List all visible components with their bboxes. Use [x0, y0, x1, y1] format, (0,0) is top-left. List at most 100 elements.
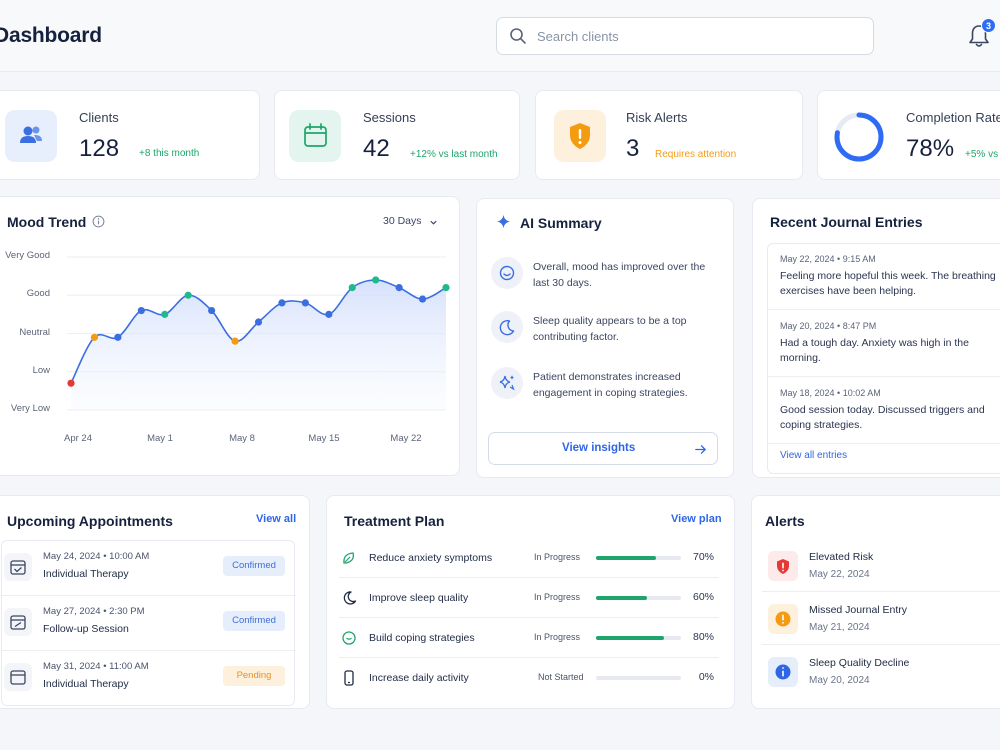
- stat-label: Sessions: [363, 110, 416, 125]
- mood-data-point[interactable]: [418, 295, 427, 303]
- stat-card-sessions[interactable]: Sessions 42 +12% vs last month: [274, 90, 520, 180]
- stat-delta: +5% vs: [965, 149, 999, 160]
- progress-fill: [596, 636, 664, 640]
- status-badge: Confirmed: [223, 556, 285, 576]
- mood-data-point[interactable]: [278, 299, 286, 307]
- search-input[interactable]: [537, 26, 857, 46]
- mood-data-point[interactable]: [161, 310, 169, 318]
- alerts-title: Alerts: [765, 513, 805, 529]
- smile-icon: [491, 257, 523, 289]
- ai-insight-item: Sleep quality appears to be a top contri…: [491, 311, 721, 351]
- progress-track: [596, 596, 681, 600]
- moon-icon: [343, 591, 357, 605]
- mood-data-point[interactable]: [231, 337, 239, 345]
- mood-data-point[interactable]: [67, 379, 75, 387]
- mood-data-point[interactable]: [442, 284, 450, 292]
- journal-entry-text: Had a tough day. Anxiety was high in the…: [780, 337, 969, 364]
- mood-data-point[interactable]: [114, 333, 122, 341]
- appointment-row[interactable]: May 31, 2024 • 11:00 AM Individual Thera…: [2, 651, 296, 706]
- stat-card-clients[interactable]: Clients 128 +8 this month: [0, 90, 260, 180]
- moon-icon: [491, 311, 523, 343]
- appointment-date: May 24, 2024 • 10:00 AM: [43, 551, 150, 562]
- treatment-goal-percent: 60%: [692, 591, 714, 603]
- mood-data-point[interactable]: [208, 306, 216, 315]
- mood-data-point[interactable]: [372, 276, 380, 284]
- appointment-row[interactable]: May 24, 2024 • 10:00 AM Individual Thera…: [2, 541, 296, 596]
- treatment-goal-percent: 70%: [692, 551, 714, 563]
- progress-fill: [596, 596, 647, 600]
- treatment-goal-percent: 80%: [692, 631, 714, 643]
- stat-value: 78%: [906, 135, 955, 162]
- alert-title: Elevated Risk: [809, 551, 874, 563]
- alert-date: May 20, 2024: [809, 675, 870, 686]
- ai-insight-text: Overall, mood has improved over the last…: [533, 261, 706, 289]
- users-icon: [5, 110, 57, 162]
- journal-list: May 22, 2024 • 9:15 AM Feeling more hope…: [767, 243, 1000, 474]
- treatment-plan-title: Treatment Plan: [344, 513, 445, 529]
- mood-data-point[interactable]: [137, 306, 145, 315]
- treatment-goal-status: In Progress: [534, 552, 581, 562]
- mood-area: [71, 280, 446, 410]
- appointment-type: Individual Therapy: [43, 568, 129, 580]
- journal-entry-date: May 20, 2024 • 8:47 PM: [780, 321, 877, 331]
- mood-data-point[interactable]: [395, 284, 403, 292]
- journal-entry[interactable]: May 18, 2024 • 10:02 AM Good session tod…: [768, 378, 1000, 444]
- exclamation-icon: [768, 604, 798, 634]
- appointment-type: Individual Therapy: [43, 678, 129, 690]
- treatment-goal-row[interactable]: Increase daily activity Not Started 0%: [339, 658, 719, 698]
- treatment-goal-status: Not Started: [538, 672, 584, 682]
- alert-row[interactable]: Elevated Risk May 22, 2024: [762, 540, 1000, 592]
- treatment-plan-card: Treatment Plan View plan Reduce anxiety …: [326, 495, 735, 709]
- progress-track: [596, 676, 681, 680]
- alerts-card: Alerts Elevated Risk May 22, 2024 Missed…: [751, 495, 1000, 709]
- view-plan-link[interactable]: View plan: [671, 513, 722, 525]
- view-all-appointments-link[interactable]: View all: [256, 513, 296, 525]
- mood-data-point[interactable]: [184, 291, 192, 299]
- mood-data-point[interactable]: [90, 333, 99, 341]
- x-axis-label: May 1: [147, 433, 173, 444]
- ai-insight-text: Sleep quality appears to be a top contri…: [533, 315, 687, 343]
- mood-data-point[interactable]: [254, 318, 263, 326]
- stat-card-completion-rate[interactable]: Completion Rate 78% +5% vs: [817, 90, 1000, 180]
- appointment-row[interactable]: May 27, 2024 • 2:30 PM Follow-up Session…: [2, 596, 296, 651]
- stat-card-risk-alerts[interactable]: Risk Alerts 3 Requires attention: [535, 90, 803, 180]
- journal-entry[interactable]: May 20, 2024 • 8:47 PM Had a tough day. …: [768, 311, 1000, 377]
- alert-date: May 21, 2024: [809, 622, 870, 633]
- alert-title: Missed Journal Entry: [809, 604, 908, 616]
- treatment-goal-percent: 0%: [698, 671, 714, 683]
- heart-icon: [342, 631, 356, 645]
- treatment-goal-row[interactable]: Improve sleep quality In Progress 60%: [339, 578, 719, 618]
- phone-icon: [344, 670, 354, 686]
- journal-entry[interactable]: May 22, 2024 • 9:15 AM Feeling more hope…: [768, 244, 1000, 310]
- stat-delta: Requires attention: [655, 149, 737, 160]
- sparkle-icon: [491, 367, 523, 399]
- view-all-entries-link[interactable]: View all entries: [780, 450, 847, 461]
- view-insights-button[interactable]: View insights: [488, 432, 718, 465]
- progress-track: [596, 636, 681, 640]
- stat-delta: +8 this month: [139, 148, 200, 159]
- treatment-goal-row[interactable]: Reduce anxiety symptoms In Progress 70%: [339, 538, 719, 578]
- alert-row[interactable]: Missed Journal Entry May 21, 2024: [762, 593, 1000, 645]
- ai-summary-title: AI Summary: [520, 215, 602, 231]
- appointment-type: Follow-up Session: [43, 623, 129, 635]
- journal-title: Recent Journal Entries: [770, 214, 923, 230]
- stat-delta: +12% vs last month: [410, 149, 498, 160]
- calendar-check-icon: [4, 553, 32, 581]
- appointment-date: May 27, 2024 • 2:30 PM: [43, 606, 145, 617]
- treatment-goal-name: Increase daily activity: [369, 672, 469, 684]
- mood-data-point[interactable]: [348, 284, 356, 292]
- search-box[interactable]: [496, 17, 874, 55]
- alert-title: Sleep Quality Decline: [809, 657, 910, 669]
- appointment-date: May 31, 2024 • 11:00 AM: [43, 661, 149, 672]
- y-axis-label: Good: [26, 288, 50, 300]
- calendar-icon: [289, 110, 341, 162]
- stat-label: Risk Alerts: [626, 110, 688, 125]
- mood-data-point[interactable]: [301, 299, 309, 307]
- view-insights-label: View insights: [562, 442, 636, 454]
- mood-data-point[interactable]: [325, 310, 333, 318]
- alert-row[interactable]: Sleep Quality Decline May 20, 2024: [762, 646, 1000, 698]
- treatment-goal-row[interactable]: Build coping strategies In Progress 80%: [339, 618, 719, 658]
- leaf-icon: [343, 552, 354, 564]
- treatment-goal-status: In Progress: [534, 592, 581, 602]
- calendar-edit-icon: [4, 608, 32, 636]
